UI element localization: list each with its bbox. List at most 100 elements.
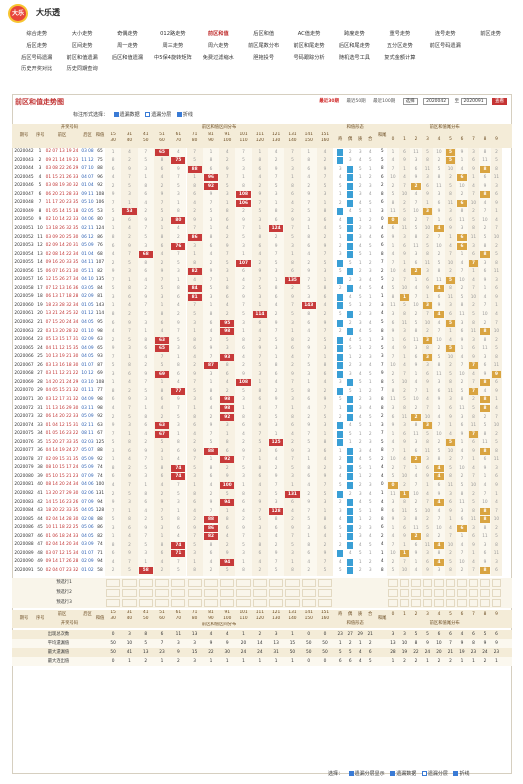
from-issue-input[interactable]: 2020042 (423, 98, 450, 105)
nav-link[interactable]: 连号走势 (423, 30, 468, 37)
sum-range-omission: 1 (144, 406, 148, 411)
sum-range-omission: 2 (274, 158, 278, 164)
nav-link[interactable]: 前区和值遗漏 (59, 54, 104, 61)
sum-range-hit: 128 (269, 507, 284, 515)
nav-link[interactable]: 大小走势 (59, 30, 104, 37)
tail-omission: 3 (391, 311, 395, 317)
parity-cell: 4 (358, 542, 362, 548)
nav-link[interactable]: 复式金额计算 (377, 54, 422, 61)
sum-range-omission: 2 (193, 517, 197, 523)
parity-cell: 1 (368, 209, 372, 215)
sum-range-omission: 4 (160, 252, 164, 258)
tail-omission: 10 (436, 431, 442, 437)
nav-link[interactable]: 后区和值 (241, 30, 286, 37)
nav-link[interactable]: 免费过滤缩水 (196, 54, 241, 61)
sum-range-omission: 3 (307, 525, 311, 531)
tail-omission: 11 (482, 158, 488, 164)
nav-link[interactable]: 历史同期查询 (59, 65, 104, 72)
tail-omission: 1 (403, 448, 406, 454)
stat-range-value: 23 (159, 649, 165, 655)
parity-cell (347, 310, 354, 318)
sum-range-omission: 8 (258, 542, 262, 548)
tail-omission: 3 (437, 380, 441, 386)
parity-cell: 2 (358, 269, 362, 275)
issue-cell: 2020080 (14, 473, 34, 479)
nav-link[interactable]: 后区和尾走势 (332, 42, 377, 49)
parity-cell: 1 (338, 235, 342, 240)
sum-range-omission: 2 (323, 235, 327, 240)
parity-cell (347, 225, 354, 233)
sum-range-omission: 2 (258, 568, 262, 574)
front-numbers-cell: 03 11 12 21 22 (45, 371, 79, 377)
tail-omission: 11 (447, 388, 454, 394)
page-title: 大乐透 (36, 8, 60, 17)
to-issue-input[interactable]: 2020091 (460, 98, 487, 105)
tail-sum-cell: 2 (380, 533, 384, 539)
parity-cell: 2 (368, 431, 372, 437)
nav-link[interactable]: 后区走势 (14, 42, 59, 49)
nav-link[interactable]: 前区走势 (468, 30, 513, 37)
checkbox-line[interactable] (176, 112, 182, 117)
sum-range-omission: 6 (111, 166, 115, 172)
nav-link[interactable]: 前区号码遗漏 (423, 42, 468, 49)
tail-omission: 7 (414, 294, 418, 300)
view-button[interactable]: 查看 (492, 98, 507, 105)
issue-cell: 2020082 (14, 491, 34, 496)
sum-cell: 74 (97, 465, 103, 471)
tail-omission: 5 (437, 354, 441, 360)
nav-link[interactable]: 后区号码遗漏 (14, 54, 59, 61)
nav-link[interactable]: 前区和尾走势 (286, 42, 331, 49)
sum-range-omission: 5 (128, 568, 131, 574)
nav-link[interactable]: 周一走势 (105, 42, 150, 49)
recent-30-link[interactable]: 最近30期 (319, 98, 339, 104)
nav-link[interactable]: 历史开奖对比 (14, 65, 59, 72)
stat-range-value: 1 (128, 658, 131, 664)
checkbox-omission-data[interactable] (113, 112, 119, 117)
nav-link[interactable]: 奇偶走势 (105, 30, 150, 37)
sum-range-omission: 7 (144, 457, 148, 463)
legend-check-1[interactable] (348, 771, 354, 776)
back-numbers-cell: 01 11 (81, 388, 94, 394)
sum-range-omission: 1 (193, 175, 197, 181)
parity-cell: 1 (368, 294, 372, 300)
nav-link[interactable]: 区间走势 (59, 42, 104, 49)
sum-range-omission: 2 (160, 260, 164, 266)
nav-link[interactable]: 周三走势 (150, 42, 195, 49)
tail-omission: 6 (426, 559, 429, 565)
tail-omission: 2 (460, 192, 464, 198)
nav-link[interactable]: 跨度走势 (332, 30, 377, 37)
sum-range-omission: 8 (291, 260, 294, 266)
parity-cell (347, 251, 354, 259)
nav-link[interactable]: 胆拖投号 (241, 54, 286, 61)
nav-link[interactable]: 中5保4旋转矩阵 (150, 54, 195, 61)
sum-range-omission: 9 (209, 423, 213, 429)
nav-link[interactable]: 综合走势 (14, 30, 59, 37)
nav-link[interactable]: AC值走势 (286, 30, 331, 37)
nav-link[interactable]: 随机选号工具 (332, 54, 377, 61)
nav-link[interactable]: 五分区走势 (377, 42, 422, 49)
nav-link[interactable]: 重号走势 (377, 30, 422, 37)
tail-omission: 5 (414, 226, 418, 232)
nav-link[interactable]: 012路走势 (150, 30, 195, 37)
tail-omission: 9 (414, 551, 418, 557)
sum-range-omission: 7 (176, 175, 180, 181)
nav-link[interactable]: 前区和值 (196, 30, 241, 37)
nav-link[interactable]: 号码跟踪分析 (286, 54, 331, 61)
tail-omission: 2 (403, 388, 406, 394)
legend-check-2[interactable] (390, 771, 396, 776)
nav-link[interactable]: 后区和值遗漏 (105, 54, 150, 61)
nav-link[interactable]: 前区尾数分布 (241, 42, 286, 49)
tail-omission: 11 (493, 175, 500, 181)
recent-50-link[interactable]: 最近50期 (346, 98, 365, 104)
nav-link[interactable]: 周六走势 (196, 42, 241, 49)
checkbox-omission-layer[interactable] (145, 112, 151, 117)
recent-100-link[interactable]: 最近100期 (373, 98, 395, 104)
predict-range-cell (187, 598, 202, 607)
legend-check-3[interactable] (421, 771, 427, 776)
sum-range-omission: 3 (242, 551, 245, 557)
legend-check-4[interactable] (453, 771, 459, 776)
stat-range-value: 15 (289, 640, 296, 646)
sum-range-hit: 67 (154, 430, 170, 438)
period-select[interactable]: 选择 (402, 98, 418, 105)
sum-range-hit: 92 (220, 456, 235, 464)
